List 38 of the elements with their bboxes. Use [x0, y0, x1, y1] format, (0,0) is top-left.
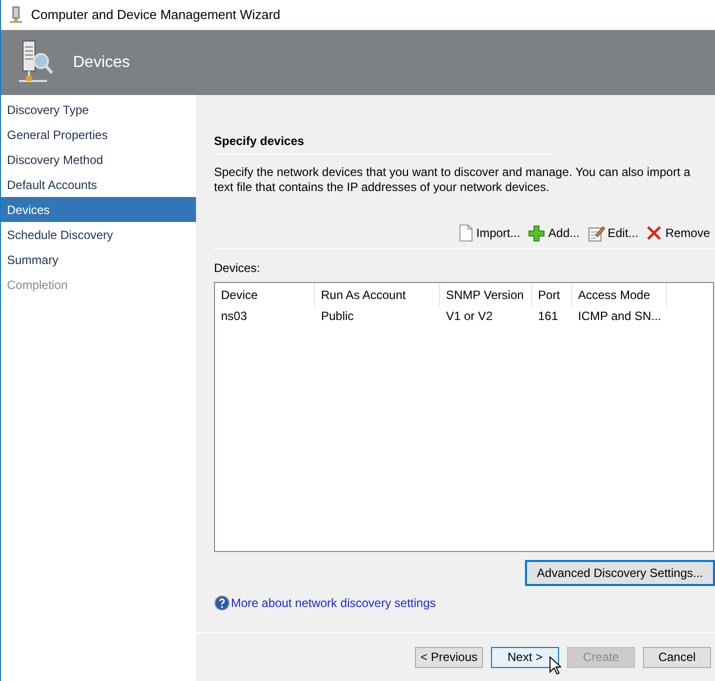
wizard-step[interactable]: Default Accounts: [1, 172, 196, 197]
page-title: Devices: [73, 52, 130, 72]
advanced-settings-button[interactable]: Advanced Discovery Settings...: [524, 560, 715, 586]
column-header[interactable]: Run As Account: [315, 283, 440, 307]
wizard-button[interactable]: < Previous: [415, 646, 483, 668]
table-cell-text: V1 or V2: [445, 308, 494, 325]
wizard-step[interactable]: Discovery Type: [1, 97, 196, 122]
column-header[interactable]: Port: [532, 283, 572, 307]
toolbar-button[interactable]: Add...: [527, 224, 581, 242]
document-icon: [459, 224, 474, 242]
wizard-step[interactable]: Summary: [1, 247, 196, 272]
window-title: Computer and Device Management Wizard: [31, 6, 280, 24]
toolbar-button[interactable]: Remove: [645, 224, 711, 242]
wizard-step[interactable]: Schedule Discovery: [1, 222, 196, 247]
wizard-button[interactable]: Next >: [491, 646, 559, 668]
section-heading: Specify devices: [214, 133, 306, 150]
wizard-step[interactable]: Devices: [1, 197, 196, 222]
toolbar-button[interactable]: Edit...: [586, 224, 640, 242]
wizard-step[interactable]: General Properties: [1, 122, 196, 147]
column-header[interactable]: Device: [215, 283, 315, 307]
wizard-step[interactable]: Discovery Method: [1, 147, 196, 172]
help-icon: [214, 595, 230, 611]
cursor-icon: [549, 656, 561, 674]
table-cell-text: 161: [537, 308, 560, 325]
table-label: Devices:: [214, 260, 262, 277]
table-cell-text: Public: [320, 308, 355, 325]
wizard-button[interactable]: Cancel: [643, 646, 711, 668]
column-header[interactable]: SNMP Version: [440, 283, 532, 307]
server-icon: [9, 6, 23, 24]
column-header[interactable]: Access Mode: [572, 283, 667, 307]
section-description: Specify the network devices that you want to discover and manage. You can also import a text file that contains the IP addresses of your network devices.: [214, 165, 692, 195]
notepad-pencil-icon: [588, 224, 605, 242]
close-icon: [646, 225, 662, 241]
table-cell-text: ICMP and SN...: [577, 308, 662, 325]
toolbar-button[interactable]: Import...: [458, 224, 522, 242]
plus-icon: [528, 224, 546, 242]
help-link[interactable]: More about network discovery settings: [231, 594, 436, 612]
table-cell-text: ns03: [220, 308, 248, 325]
